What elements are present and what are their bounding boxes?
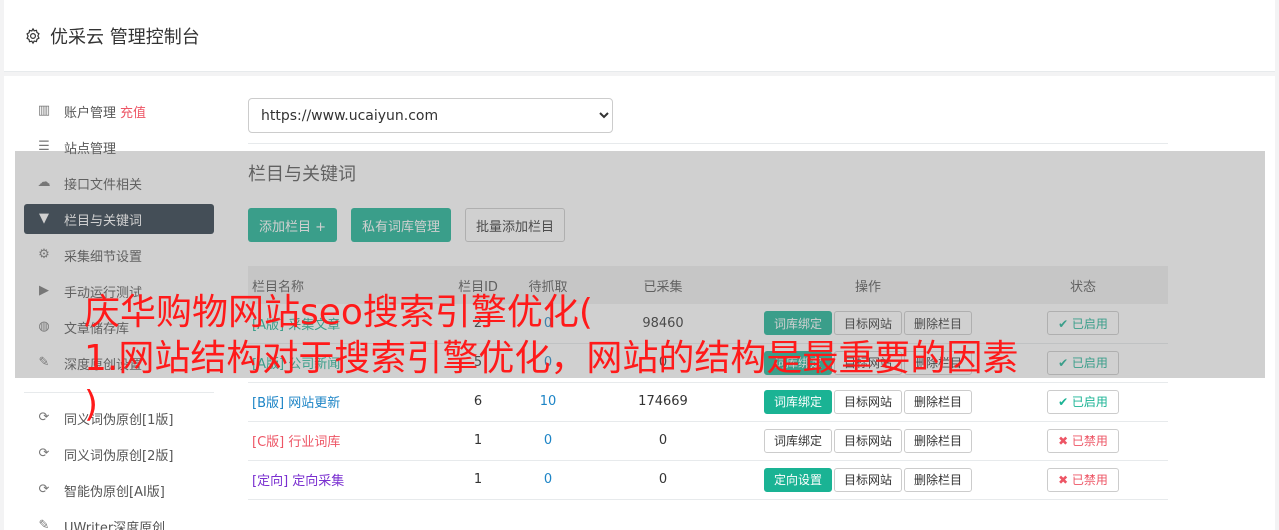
table-row: [定向] 定向采集 1 0 0 定向设置 目标网站 删除栏目 ✖ 已禁用 bbox=[248, 460, 1168, 499]
refresh-icon: ⟳ bbox=[38, 482, 50, 497]
status-cell: ✖ 已禁用 bbox=[998, 460, 1168, 499]
pending-cell: 0 bbox=[543, 472, 553, 487]
bar-chart-icon: ▥ bbox=[37, 103, 51, 118]
column-name-cell: [定向] 定向采集 bbox=[248, 460, 448, 499]
version-tag: [定向] bbox=[252, 474, 289, 489]
version-tag: [C版] bbox=[252, 435, 285, 450]
column-name-link[interactable]: 定向采集 bbox=[292, 474, 344, 489]
collected-cell: 0 bbox=[658, 472, 668, 487]
column-id-cell: 1 bbox=[473, 472, 483, 487]
gear-icon bbox=[26, 27, 40, 44]
headline-line-1: 庆华购物网站seo搜索引擎优化( bbox=[84, 292, 593, 333]
headline-overlay: 庆华购物网站seo搜索引擎优化( 1.网站结构对于搜索引擎优化，网站的结构是最重… bbox=[84, 290, 1274, 428]
sidebar-item-account[interactable]: ▥ 账户管理 充值 bbox=[24, 96, 214, 126]
status-toggle-button[interactable]: ✖ 已禁用 bbox=[1047, 467, 1119, 492]
sidebar-item-label: 同义词伪原创[2版] bbox=[64, 448, 174, 464]
recharge-link[interactable]: 充值 bbox=[120, 102, 146, 121]
sidebar-item-ai-rewrite[interactable]: ⟳ 智能伪原创[AI版] bbox=[24, 475, 214, 505]
delete-column-button[interactable]: 删除栏目 bbox=[904, 428, 973, 453]
sidebar-item-label: 账户管理 bbox=[64, 105, 117, 121]
page-title: 优采云 管理控制台 bbox=[50, 26, 200, 48]
edit-icon: ✎ bbox=[38, 518, 50, 530]
site-select[interactable]: https://www.ucaiyun.com bbox=[248, 98, 613, 133]
sidebar-item-uwriter[interactable]: ✎ UWriter深度原创 bbox=[24, 511, 214, 530]
delete-column-button[interactable]: 删除栏目 bbox=[904, 467, 973, 492]
column-name-link[interactable]: 行业词库 bbox=[288, 435, 340, 450]
bind-lib-button[interactable]: 定向设置 bbox=[763, 467, 832, 492]
sidebar-item-label: 智能伪原创[AI版] bbox=[64, 484, 165, 500]
top-header: 优采云 管理控制台 bbox=[4, 0, 1275, 72]
status-toggle-button[interactable]: ✖ 已禁用 bbox=[1047, 428, 1119, 453]
actions-cell: 定向设置 目标网站 删除栏目 bbox=[738, 460, 998, 499]
sidebar-item-synonym-v2[interactable]: ⟳ 同义词伪原创[2版] bbox=[24, 439, 214, 469]
refresh-icon: ⟳ bbox=[38, 410, 50, 425]
headline-line-2: 1.网站结构对于搜索引擎优化，网站的结构是最重要的因素 bbox=[84, 338, 1019, 379]
bind-lib-button[interactable]: 词库绑定 bbox=[763, 428, 832, 453]
target-site-button[interactable]: 目标网站 bbox=[833, 467, 902, 492]
refresh-icon: ⟳ bbox=[38, 446, 50, 461]
headline-line-3: ) bbox=[84, 384, 99, 425]
sidebar-item-label: UWriter深度原创 bbox=[64, 520, 166, 530]
divider bbox=[248, 143, 1168, 144]
target-site-button[interactable]: 目标网站 bbox=[833, 428, 902, 453]
